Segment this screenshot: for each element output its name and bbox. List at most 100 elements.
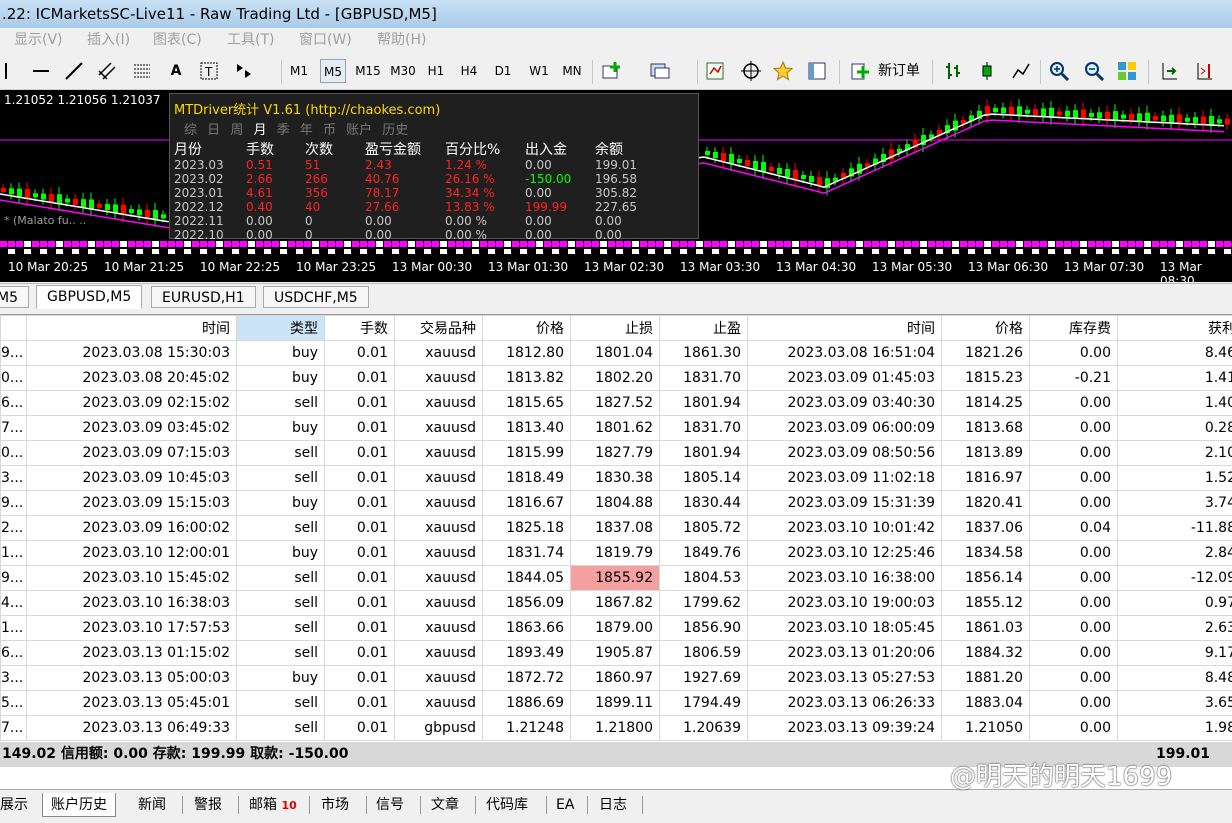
table-row[interactable]: 1... 2023.03.10 17:57:53 sell 0.01 xauusd 186… [0, 615, 1232, 641]
timeframe-m15[interactable]: M15 [353, 59, 383, 83]
menu-help[interactable]: 帮助(H) [377, 28, 426, 52]
terminal-tab-alerts[interactable]: 警报 [186, 793, 230, 817]
favorites-star-icon[interactable] [772, 60, 794, 82]
timeframe-d1[interactable]: D1 [492, 59, 514, 83]
terminal-tab-exposure[interactable]: 展示 [0, 793, 36, 817]
stats-tab-currency[interactable]: 币 [323, 123, 336, 138]
table-cell: 2023.03.10 16:38:00 [747, 565, 942, 591]
table-row[interactable]: 7... 2023.03.09 03:45:02 buy 0.01 xauusd 1813… [0, 415, 1232, 441]
column-header[interactable]: 止损 [570, 315, 660, 341]
menu-tools[interactable]: 工具(T) [227, 28, 274, 52]
table-row[interactable]: 5... 2023.03.13 05:45:01 sell 0.01 xauusd 188… [0, 690, 1232, 716]
terminal-tab-market[interactable]: 市场 [313, 793, 357, 817]
column-header[interactable] [0, 315, 27, 341]
stats-tab-week[interactable]: 周 [230, 123, 243, 138]
column-header[interactable]: 价格 [941, 315, 1030, 341]
table-row[interactable]: 9... 2023.03.10 15:45:02 sell 0.01 xauusd 184… [0, 565, 1232, 591]
table-cell: 0.01 [324, 640, 395, 666]
terminal-tab-mailbox[interactable]: 邮箱 10 [241, 793, 305, 817]
terminal-tab-signals[interactable]: 信号 [368, 793, 412, 817]
text-label-icon[interactable]: T [198, 60, 220, 82]
profiles-icon[interactable] [649, 60, 671, 82]
menu-view[interactable]: 显示(V) [14, 28, 63, 52]
navigator-icon[interactable] [740, 60, 762, 82]
stats-tab-summary[interactable]: 综 [184, 123, 197, 138]
stats-tab-quarter[interactable]: 季 [277, 123, 290, 138]
terminal-icon[interactable] [806, 60, 828, 82]
trendline-icon[interactable] [63, 60, 85, 82]
stats-tab-month[interactable]: 月 [253, 123, 266, 138]
table-row[interactable]: 4... 2023.03.10 16:38:03 sell 0.01 xauusd 185… [0, 590, 1232, 616]
stats-tab-day[interactable]: 日 [207, 123, 220, 138]
text-tool-icon[interactable]: A [167, 59, 185, 83]
market-watch-icon[interactable] [704, 60, 726, 82]
timeframe-m1[interactable]: M1 [287, 59, 311, 83]
column-header[interactable]: 止盈 [659, 315, 748, 341]
stats-tab-year[interactable]: 年 [300, 123, 313, 138]
terminal-tab-news[interactable]: 新闻 [130, 793, 174, 817]
new-chart-icon[interactable] [601, 60, 623, 82]
column-header[interactable]: 手数 [324, 315, 395, 341]
column-header[interactable]: 时间 [747, 315, 942, 341]
timeframe-m30[interactable]: M30 [388, 59, 418, 83]
autoscroll-icon[interactable] [1158, 60, 1180, 82]
terminal-tab-account-history[interactable]: 账户历史 [42, 793, 116, 817]
terminal-tab-articles[interactable]: 文章 [423, 793, 467, 817]
terminal-tab-journal[interactable]: 日志 [591, 793, 635, 817]
timeframe-h4[interactable]: H4 [458, 59, 480, 83]
indicator-bar [416, 249, 423, 254]
zoom-out-icon[interactable] [1083, 60, 1105, 82]
new-order-button[interactable]: 新订单 [874, 59, 924, 83]
table-row[interactable]: 0... 2023.03.08 20:45:02 buy 0.01 xauusd 1813… [0, 365, 1232, 391]
price-chart[interactable]: 1.21052 1.21056 1.21037 * (Malato fu.. .… [0, 90, 1232, 282]
tile-windows-icon[interactable] [1116, 60, 1138, 82]
table-row[interactable]: 9... 2023.03.08 15:30:03 buy 0.01 xauusd 1812… [0, 340, 1232, 366]
table-cell: 3.74 [1117, 490, 1232, 516]
bar-chart-icon[interactable] [942, 60, 964, 82]
channel-icon[interactable] [96, 60, 118, 82]
timeframe-w1[interactable]: W1 [527, 59, 551, 83]
table-row[interactable]: 0... 2023.03.09 07:15:03 sell 0.01 xauusd 181… [0, 440, 1232, 466]
table-row[interactable]: 9... 2023.03.09 15:15:03 buy 0.01 xauusd 1816… [0, 490, 1232, 516]
line-chart-icon[interactable] [1010, 60, 1032, 82]
terminal-tab-experts[interactable]: EA [548, 793, 582, 817]
timeframe-mn[interactable]: MN [560, 59, 584, 83]
column-header[interactable]: 交易品种 [394, 315, 483, 341]
chart-shift-icon[interactable] [1193, 60, 1215, 82]
new-order-icon[interactable] [849, 60, 871, 82]
timeframe-m5[interactable]: M5 [320, 59, 346, 83]
cursor-icon[interactable] [0, 60, 22, 82]
chart-tab-m5[interactable]: M5 [0, 286, 29, 308]
menu-insert[interactable]: 插入(I) [87, 28, 130, 52]
summary-totals: 149.02 信用额: 0.00 存款: 199.99 取款: -150.00 [2, 746, 349, 762]
horizontal-line-icon[interactable] [30, 60, 52, 82]
column-header[interactable]: 时间 [26, 315, 237, 341]
table-row[interactable]: 3... 2023.03.13 05:00:03 buy 0.01 xauusd 1872… [0, 665, 1232, 691]
stats-tab-history[interactable]: 历史 [382, 123, 408, 138]
table-row[interactable]: 7... 2023.03.13 06:49:33 sell 0.01 gbpusd 1.2… [0, 715, 1232, 741]
menu-chart[interactable]: 图表(C) [153, 28, 202, 52]
indicator-bar [40, 241, 47, 247]
table-row[interactable]: 1... 2023.03.10 12:00:01 buy 0.01 xauusd 1831… [0, 540, 1232, 566]
chart-tab-gbpusd-m5[interactable]: GBPUSD,M5 [36, 285, 143, 309]
stats-tab-account[interactable]: 账户 [346, 123, 372, 138]
candlestick-icon[interactable] [976, 60, 998, 82]
table-row[interactable]: 3... 2023.03.09 10:45:03 sell 0.01 xauusd 181… [0, 465, 1232, 491]
indicator-bar [1144, 241, 1151, 247]
table-row[interactable]: 6... 2023.03.13 01:15:02 sell 0.01 xauusd 189… [0, 640, 1232, 666]
zoom-in-icon[interactable] [1048, 60, 1070, 82]
fibonacci-icon[interactable] [131, 60, 153, 82]
timeframe-h1[interactable]: H1 [425, 59, 447, 83]
menu-window[interactable]: 窗口(W) [299, 28, 352, 52]
chart-tab-usdchf-m5[interactable]: USDCHF,M5 [263, 286, 369, 308]
column-header[interactable]: 价格 [482, 315, 571, 341]
terminal-tab-code-base[interactable]: 代码库 [478, 793, 536, 817]
column-header[interactable]: 类型 [236, 315, 325, 341]
table-row[interactable]: 2... 2023.03.09 16:00:02 sell 0.01 xauusd 182… [0, 515, 1232, 541]
arrows-icon[interactable] [233, 60, 255, 82]
candle-body [121, 204, 126, 215]
table-row[interactable]: 6... 2023.03.09 02:15:02 sell 0.01 xauusd 181… [0, 390, 1232, 416]
column-header[interactable]: 库存费 [1029, 315, 1118, 341]
chart-tab-eurusd-h1[interactable]: EURUSD,H1 [151, 286, 256, 308]
column-header[interactable]: 获利 [1117, 315, 1232, 341]
